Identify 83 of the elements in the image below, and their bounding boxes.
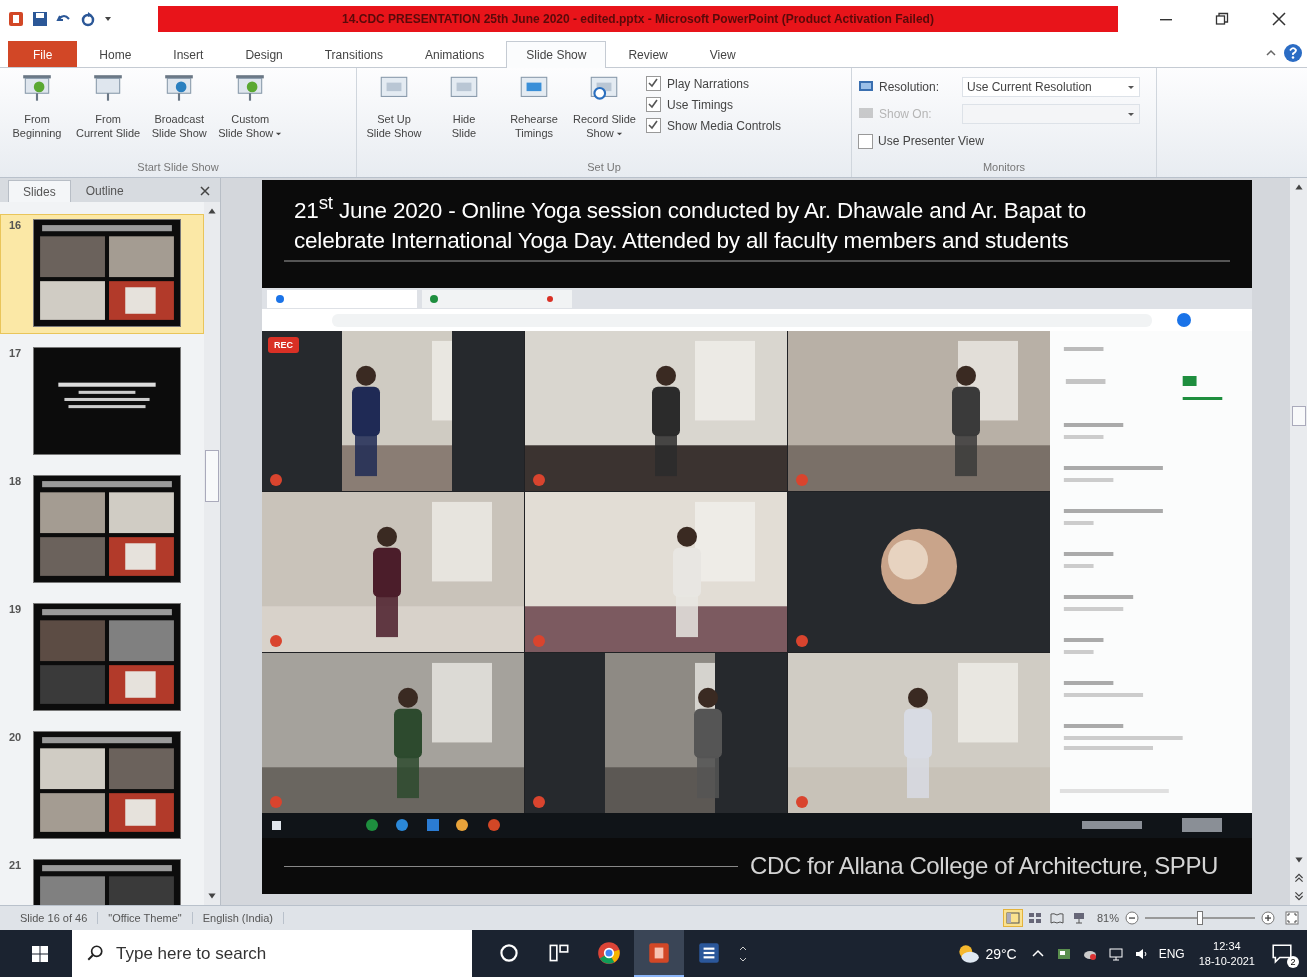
ribbon-button[interactable]: From Beginning [2, 70, 72, 142]
input-language[interactable]: ENG [1158, 946, 1185, 961]
language-indicator[interactable]: English (India) [192, 912, 285, 924]
slide-thumbnail-item[interactable]: 17 [0, 342, 204, 462]
start-icon[interactable] [30, 943, 50, 964]
checkbox-option[interactable]: Use Timings [646, 97, 782, 112]
powerpoint-taskbar-icon[interactable] [634, 930, 684, 977]
ribbon-tab[interactable]: View [689, 41, 756, 67]
fit-to-window-icon[interactable] [1285, 911, 1299, 925]
show-on-label: Show On: [879, 107, 933, 121]
slide-thumbnail-item[interactable]: 19 [0, 598, 204, 718]
slide-number: 18 [9, 475, 23, 487]
next-slide-icon[interactable] [1292, 890, 1305, 902]
slide-title: 21$^{st}$ June 2020 - Online Yoga session conducted by Ar. Dhawale and Ar. Bapat to celebrate International Yoga Day. Attended by all faculty members and students [293, 191, 1088, 254]
slide-number: 20 [9, 731, 23, 743]
resolution-label: Resolution: [879, 80, 941, 94]
checkbox[interactable] [646, 97, 661, 112]
group-label: Monitors [981, 161, 1027, 175]
window-title: 14.CDC PRESENTATION 25th June 2020 - edited.pptx - Microsoft PowerPoint (Product Activation Failed) [342, 12, 934, 26]
caret-icon [1127, 110, 1135, 118]
previous-slide-icon[interactable] [1292, 872, 1305, 884]
clock-date[interactable]: 18-10-2021 [1198, 953, 1255, 969]
checkbox[interactable] [646, 76, 661, 91]
restore-icon[interactable] [1214, 11, 1231, 27]
scrollbar-thumb[interactable] [205, 450, 219, 502]
ribbon-tab[interactable]: Review [608, 41, 688, 67]
group-label: Set Up [586, 161, 622, 175]
zoom-in-icon[interactable] [1261, 911, 1275, 925]
slideshow-view-icon [1071, 912, 1086, 924]
ribbon-tab[interactable]: Transitions [304, 41, 403, 67]
ribbon-tab[interactable]: Insert [153, 41, 224, 67]
group-label: Start Slide Show [136, 161, 220, 175]
panel-tab[interactable]: Slides [8, 180, 71, 202]
zoom-out-icon[interactable] [1125, 911, 1139, 925]
ribbon-tab[interactable]: Animations [405, 41, 505, 67]
slide-footer: CDC for Allana College of Architecture, SPPU [750, 852, 1218, 880]
caret-icon [1127, 83, 1135, 91]
network-icon[interactable] [1107, 945, 1124, 962]
slide-number: 19 [9, 603, 23, 615]
notification-count: 2 [1287, 955, 1299, 968]
ribbon-button[interactable]: From Current Slide [72, 70, 145, 142]
ribbon-button[interactable]: Record Slide Show [569, 70, 640, 142]
slide-number: 16 [9, 219, 23, 231]
app-icon[interactable] [8, 11, 24, 27]
slide-thumbnail-item[interactable]: 16 [0, 214, 204, 334]
reading-view-icon [1049, 912, 1064, 924]
recording-badge: REC [268, 337, 299, 353]
zoom-level[interactable]: 81% [1096, 912, 1119, 924]
checkbox-option[interactable]: Play Narrations [646, 76, 782, 91]
clock-time[interactable]: 12:34 [1213, 938, 1241, 954]
ribbon-tab[interactable]: File [8, 41, 78, 67]
resolution-dropdown[interactable]: Use Current Resolution [962, 77, 1140, 97]
slide-number: 21 [9, 859, 23, 871]
redo-icon[interactable] [80, 11, 96, 27]
ribbon-tab[interactable]: Slide Show [506, 41, 607, 68]
ribbon-button[interactable]: Rehearse Timings [499, 70, 569, 142]
close-icon[interactable] [1270, 11, 1287, 27]
checkbox-option[interactable]: Show Media Controls [646, 118, 782, 133]
panel-tab[interactable]: Outline [70, 180, 139, 202]
checkbox-option[interactable]: Use Presenter View [858, 130, 1150, 152]
theme-name: "Office Theme" [98, 912, 193, 924]
slide-thumbnail-item[interactable]: 21 [0, 854, 204, 905]
chrome-icon [596, 939, 622, 966]
ribbon-button[interactable]: Hide Slide [429, 70, 499, 142]
help-icon[interactable] [1283, 43, 1303, 63]
ribbon-button[interactable]: Custom Slide Show [214, 70, 287, 142]
scrollbar-thumb[interactable] [1291, 406, 1306, 426]
ribbon-button[interactable]: Set Up Slide Show [359, 70, 429, 142]
checkbox[interactable] [858, 133, 873, 149]
slide-counter: Slide 16 of 46 [10, 912, 99, 924]
save-icon[interactable] [32, 11, 48, 27]
slide-thumbnail-item[interactable]: 18 [0, 470, 204, 590]
ribbon-tab[interactable]: Design [225, 41, 303, 67]
slide-number: 17 [9, 347, 23, 359]
checkbox[interactable] [646, 118, 661, 133]
sorter-view-icon [1027, 912, 1042, 924]
close-icon[interactable] [200, 186, 210, 196]
search-field[interactable]: Type here to search [72, 930, 472, 977]
slide-thumbnail-item[interactable]: 20 [0, 726, 204, 846]
ribbon-button[interactable]: Broadcast Slide Show [144, 70, 215, 142]
ribbon-tab[interactable]: Home [79, 41, 152, 67]
normal-view-icon [1005, 912, 1020, 924]
temperature[interactable]: 29°C [985, 945, 1017, 962]
